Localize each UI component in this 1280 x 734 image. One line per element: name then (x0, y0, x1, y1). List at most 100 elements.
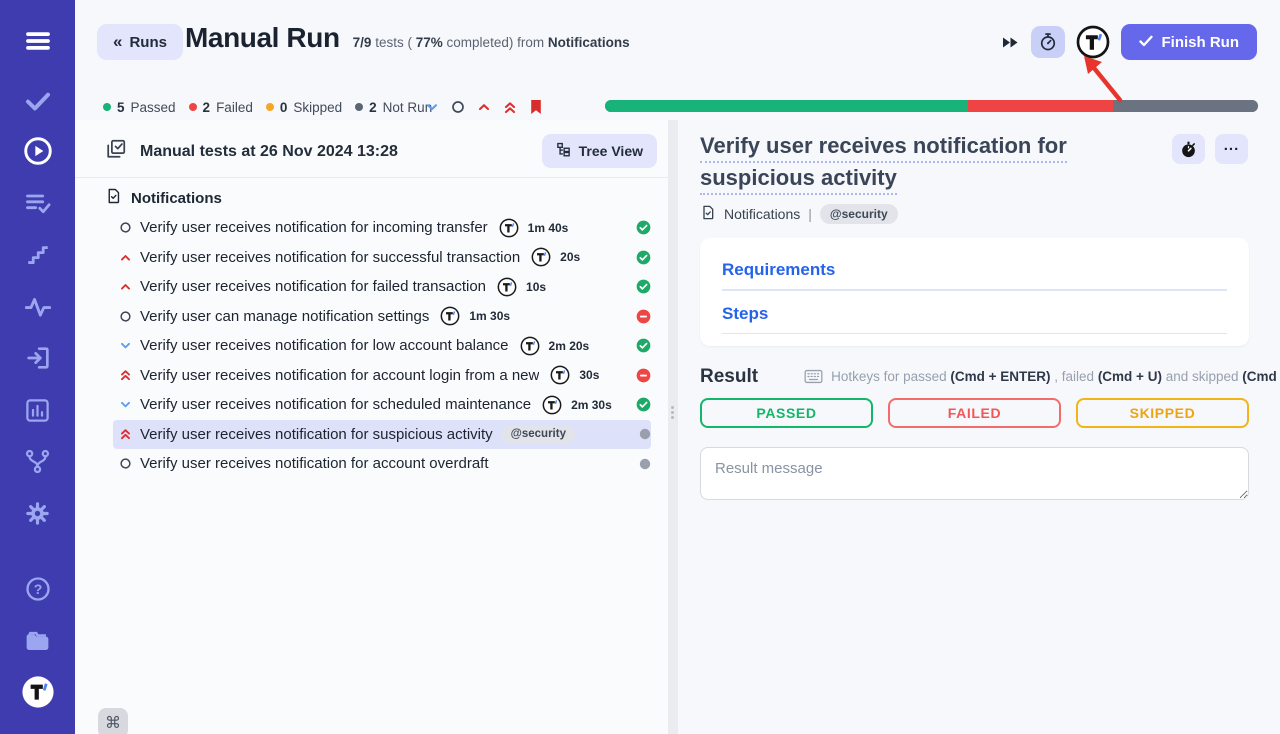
test-duration: 20s (560, 250, 580, 264)
test-duration: 1m 30s (469, 309, 510, 323)
menu-icon[interactable] (0, 24, 75, 58)
skipped-button[interactable]: SKIPPED (1076, 398, 1249, 428)
projects-folder-icon[interactable] (0, 624, 75, 658)
svg-text:?: ? (33, 581, 42, 597)
test-row[interactable]: Verify user receives notification for ac… (113, 449, 651, 479)
tree-view-icon (556, 142, 571, 160)
status-failed-icon (636, 309, 651, 324)
testomat-logo-icon (499, 218, 519, 238)
test-row[interactable]: Verify user receives notification for su… (113, 243, 651, 273)
test-duration: 2m 20s (549, 339, 590, 353)
tree-view-label: Tree View (579, 143, 643, 159)
steps-section-link[interactable]: Steps (722, 304, 768, 324)
keyboard-icon (804, 369, 823, 387)
plans-list-check-icon[interactable] (0, 186, 75, 220)
progress-segment-failed (968, 100, 1113, 112)
passed-count: 5Passed (103, 100, 176, 115)
command-shortcut-badge[interactable]: ⌘ (98, 708, 128, 734)
priority-up-double-icon (118, 368, 132, 382)
status-failed-icon (636, 368, 651, 383)
priority-none-icon (118, 310, 132, 323)
test-row[interactable]: Verify user receives notification for ac… (113, 361, 651, 391)
tests-list: Verify user receives notification for in… (75, 213, 668, 479)
finish-run-button[interactable]: Finish Run (1121, 24, 1258, 60)
test-row[interactable]: Verify user receives notification for in… (113, 213, 651, 243)
testomat-logo-icon (520, 336, 540, 356)
passed-button[interactable]: PASSED (700, 398, 873, 428)
tree-view-button[interactable]: Tree View (542, 134, 657, 168)
status-passed-icon (636, 338, 651, 353)
runs-play-icon[interactable] (0, 134, 75, 168)
timer-button[interactable] (1031, 26, 1065, 58)
breadcrumb-separator: | (808, 206, 812, 222)
hotkey-text: and skipped (1162, 369, 1242, 384)
suite-header[interactable]: Notifications (105, 187, 222, 209)
test-title: Verify user receives notification for fa… (140, 278, 486, 295)
status-counts: 5Passed 2Failed 0Skipped 2Not Run (103, 100, 432, 115)
suite-doc-icon (105, 187, 122, 209)
help-icon[interactable]: ? (0, 572, 75, 606)
stopwatch-icon (1038, 32, 1058, 52)
test-row[interactable]: Verify user receives notification for su… (113, 420, 651, 450)
splitter-grip-icon (671, 406, 675, 419)
test-title: Verify user receives notification for sc… (140, 396, 531, 413)
steps-icon[interactable] (0, 238, 75, 272)
hotkey-combo: (Cmd + U) (1098, 369, 1162, 384)
priority-up-icon (118, 251, 132, 264)
hotkey-combo: (Cmd + ENTER) (950, 369, 1050, 384)
panel-splitter[interactable] (668, 120, 678, 734)
test-row[interactable]: Verify user can manage notification sett… (113, 302, 651, 332)
priority-up-double-icon (118, 427, 132, 441)
analytics-chart-icon[interactable] (0, 393, 75, 427)
status-passed-icon (636, 397, 651, 412)
import-exit-icon[interactable] (0, 341, 75, 375)
priority-chevrons-up-icon[interactable] (503, 100, 517, 115)
test-row[interactable]: Verify user receives notification for sc… (113, 390, 651, 420)
fast-forward-icon[interactable] (1002, 36, 1018, 49)
breadcrumb-suite[interactable]: Notifications (724, 206, 800, 222)
run-progress-subtitle: 7/9 tests ( 77% completed) from Notifica… (353, 35, 630, 50)
test-title: Verify user receives notification for su… (140, 426, 493, 443)
page-title: Manual Run (185, 22, 340, 54)
test-duration: 30s (579, 368, 599, 382)
security-tag-badge[interactable]: @security (820, 204, 898, 224)
passed-dot-icon (103, 103, 111, 111)
tests-check-icon[interactable] (0, 84, 75, 118)
priority-chevron-up-icon[interactable] (477, 100, 491, 114)
test-detail-title[interactable]: Verify user receives notification for su… (700, 130, 1178, 194)
testomat-logo-icon (531, 247, 551, 267)
notrun-dot-icon (355, 103, 363, 111)
testomat-logo-icon (550, 365, 570, 385)
test-row[interactable]: Verify user receives notification for lo… (113, 331, 651, 361)
requirements-section-link[interactable]: Requirements (722, 260, 835, 280)
priority-circle-icon[interactable] (451, 100, 465, 114)
suite-name: Notifications (131, 190, 222, 207)
progress-bar (605, 100, 1258, 112)
check-icon (1139, 34, 1153, 51)
test-title: Verify user receives notification for lo… (140, 337, 509, 354)
app-logo-icon[interactable] (0, 675, 75, 709)
settings-gear-icon[interactable] (0, 496, 75, 530)
priority-bookmark-icon[interactable] (529, 99, 543, 115)
status-passed-icon (636, 250, 651, 265)
sections-card: Requirements Steps (700, 238, 1249, 346)
priority-none-icon (118, 221, 132, 234)
testomat-logo-icon (440, 306, 460, 326)
priority-chevron-down-icon[interactable] (425, 100, 439, 114)
status-bar: 5Passed 2Failed 0Skipped 2Not Run (75, 98, 1280, 116)
test-title: Verify user receives notification for su… (140, 249, 520, 266)
more-options-button[interactable]: ... (1215, 134, 1248, 164)
failed-button[interactable]: FAILED (888, 398, 1061, 428)
test-title: Verify user receives notification for in… (140, 219, 488, 236)
test-timer-button[interactable] (1172, 134, 1205, 164)
notrun-count: 2Not Run (355, 100, 432, 115)
test-tag-badge[interactable]: @security (502, 426, 575, 443)
account-logo-icon[interactable] (1076, 25, 1110, 59)
result-header-row: Result Hotkeys for passed (Cmd + ENTER) … (700, 366, 1249, 388)
branch-icon[interactable] (0, 444, 75, 478)
tests-panel: Manual tests at 26 Nov 2024 13:28 Tree V… (75, 120, 668, 734)
result-message-input[interactable] (700, 447, 1249, 500)
back-to-runs-button[interactable]: « Runs (97, 24, 183, 60)
activity-pulse-icon[interactable] (0, 290, 75, 324)
test-row[interactable]: Verify user receives notification for fa… (113, 272, 651, 302)
